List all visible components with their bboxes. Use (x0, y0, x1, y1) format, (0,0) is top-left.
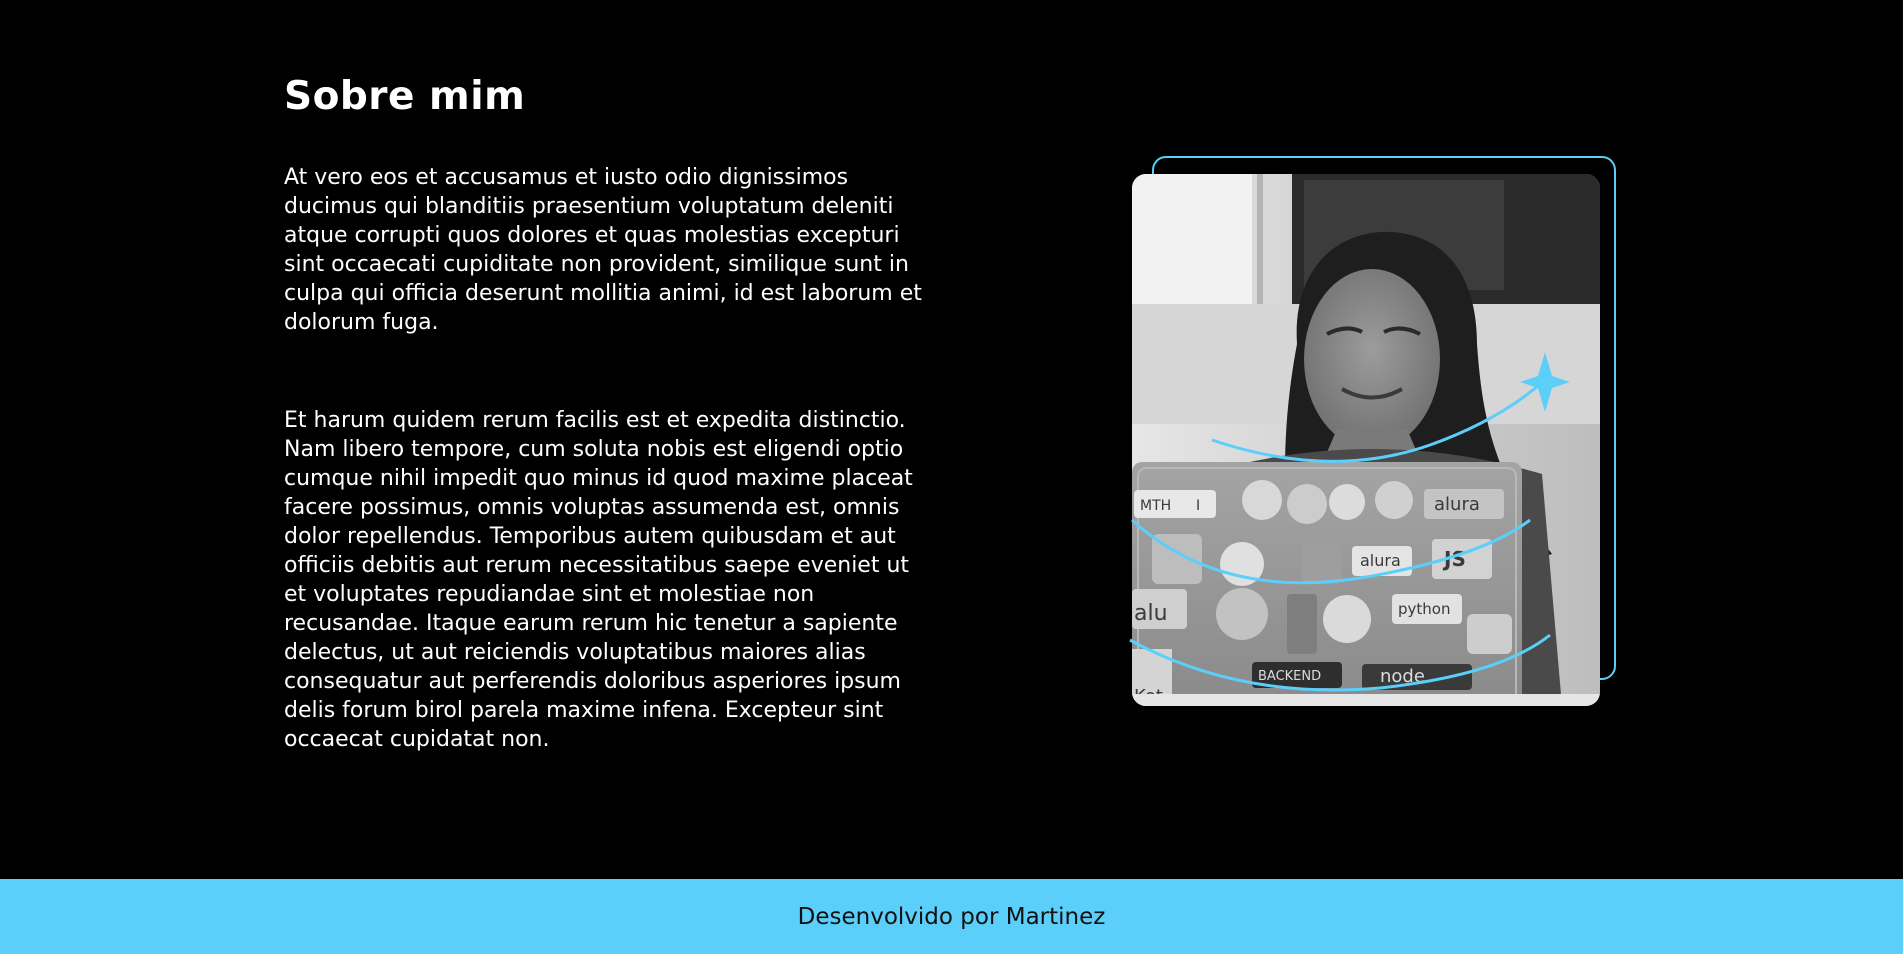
sticker-text-python: python (1398, 600, 1450, 618)
sticker-text-alura-2: alura (1360, 551, 1401, 570)
about-section: Sobre mim At vero eos et accusamus et iu… (0, 0, 1903, 879)
about-title: Sobre mim (284, 74, 526, 119)
sticker-text-alura-1: alura (1434, 494, 1480, 515)
sticker-text-node: node (1380, 666, 1425, 687)
sticker-text-js: JS (1442, 547, 1466, 571)
sticker-text-mth: MTH (1140, 498, 1171, 514)
sticker-text-backend: BACKEND (1258, 669, 1321, 684)
about-paragraph-1: At vero eos et accusamus et iusto odio d… (284, 165, 922, 335)
sticker-text-i: I (1196, 498, 1200, 514)
profile-photo: MTH I alura JS alura python alu BACKEND … (1132, 174, 1600, 706)
footer: Desenvolvido por Martinez (0, 879, 1903, 954)
footer-credit: Desenvolvido por Martinez (797, 903, 1106, 930)
sticker-text-alu: alu (1134, 601, 1168, 626)
about-paragraph-2: Et harum quidem rerum facilis est et exp… (284, 408, 913, 752)
